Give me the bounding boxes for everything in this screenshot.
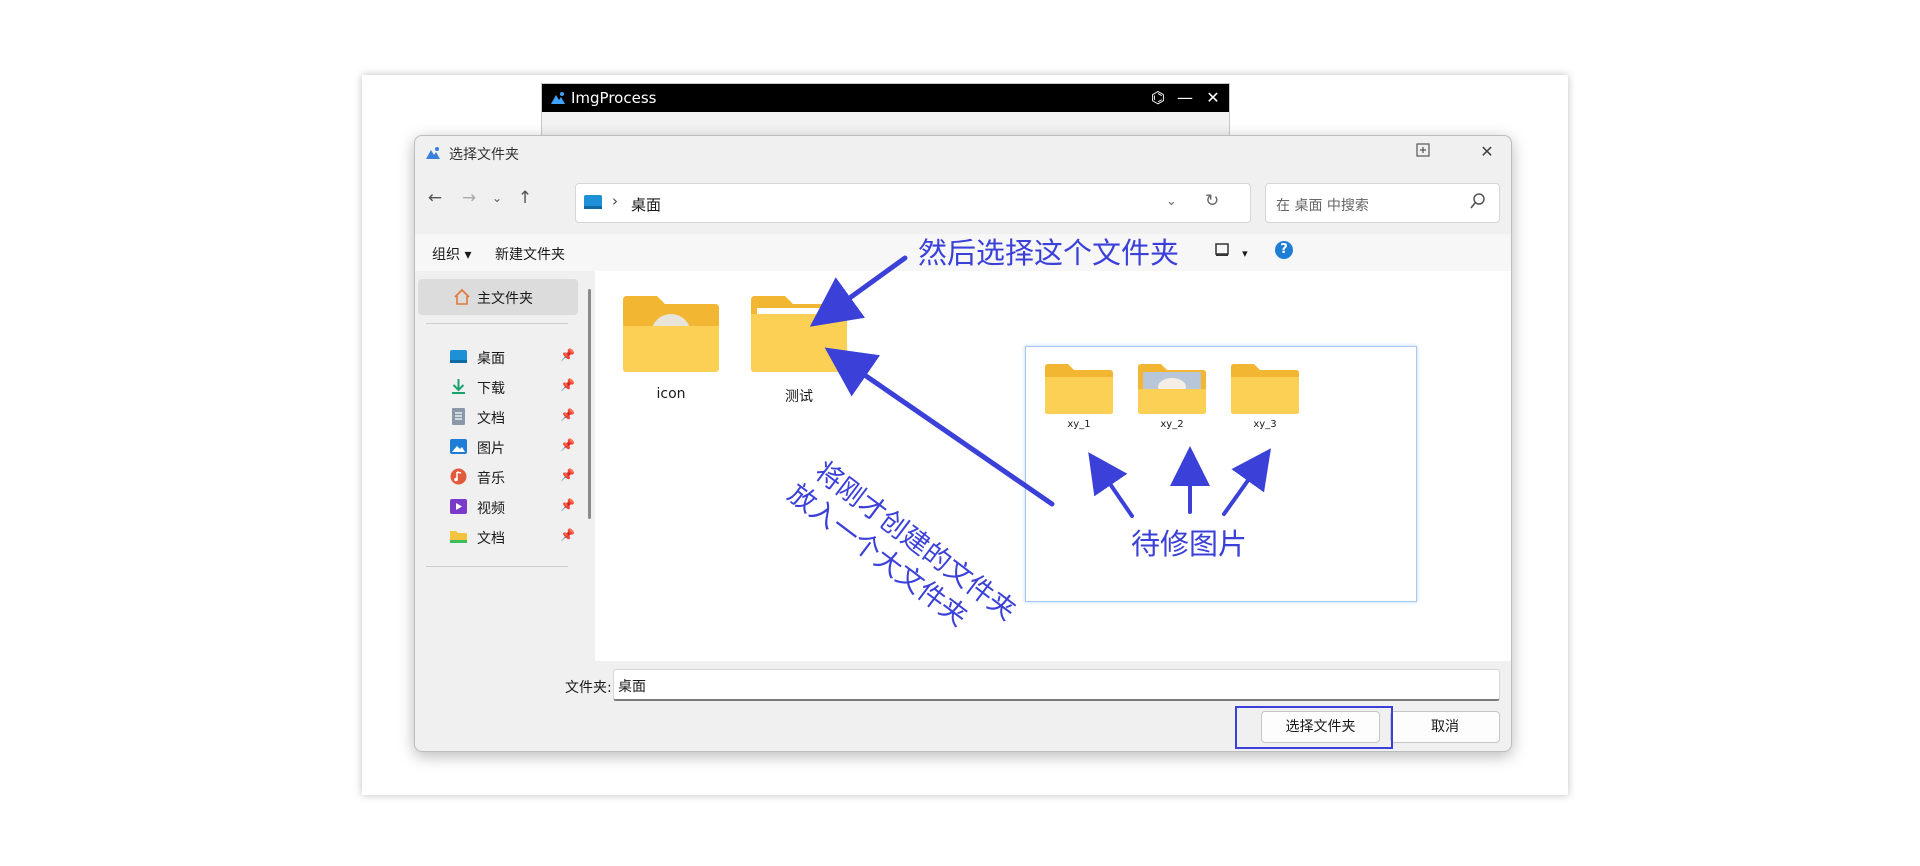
arrow-from-diagonal-note: [824, 347, 1055, 507]
arrow-to-xy3: [1222, 448, 1271, 516]
annotation-arrows: [809, 255, 1271, 518]
arrow-to-xy1: [1088, 452, 1134, 518]
arrow-to-test-folder: [809, 255, 908, 327]
